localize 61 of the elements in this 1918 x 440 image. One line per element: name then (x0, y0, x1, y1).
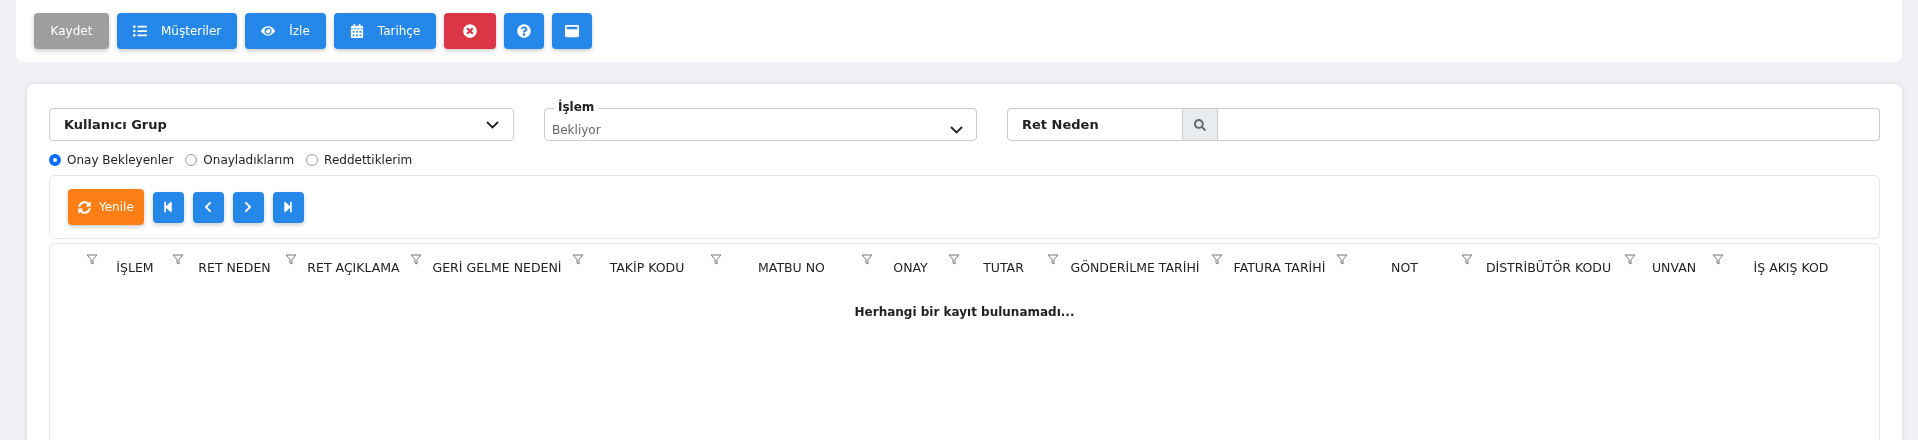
help-icon (517, 24, 532, 38)
field-label: İşlem (554, 100, 599, 115)
filter-icon[interactable] (410, 254, 422, 265)
toolbar-button[interactable]: Tarihçe (333, 13, 437, 49)
select-value: Bekliyor (552, 122, 601, 137)
islem-select[interactable]: İşlem Bekliyor (544, 100, 977, 141)
close-button[interactable] (444, 13, 497, 49)
chevron-down-icon (486, 120, 499, 129)
next-button[interactable] (232, 191, 264, 223)
filter-icon[interactable] (1047, 254, 1059, 265)
chevron-down-icon (950, 125, 963, 134)
list-icon (133, 24, 147, 38)
filter-icon[interactable] (572, 254, 584, 265)
calendar-icon (349, 24, 364, 38)
column-header[interactable]: RET AÇIKLAMA (297, 254, 410, 275)
filter-icon[interactable] (1336, 254, 1348, 265)
close-icon (463, 24, 478, 38)
window-button[interactable] (552, 13, 593, 49)
filter-icon[interactable] (710, 254, 722, 265)
skip-forward-icon (282, 201, 295, 213)
filter-icon[interactable] (1712, 254, 1724, 265)
column-header[interactable]: DİSTRİBÜTÖR KODU (1473, 254, 1624, 275)
radio-option[interactable]: Onayladıklarım (185, 153, 295, 167)
column-header[interactable]: UNVAN (1636, 254, 1712, 275)
column-header[interactable]: TAKİP KODU (584, 254, 710, 275)
column-header[interactable]: ONAY (873, 254, 948, 275)
column-header[interactable]: TUTAR (960, 254, 1047, 275)
search-icon (1194, 118, 1206, 131)
filter-icon[interactable] (948, 254, 960, 265)
filter-icon[interactable] (1624, 254, 1636, 265)
toolbar-button[interactable]: Müşteriler (117, 13, 238, 49)
column-header[interactable]: RET NEDEN (184, 254, 285, 275)
filter-icon[interactable] (285, 254, 297, 265)
user-group-select[interactable]: Kullanıcı Grup (49, 108, 514, 141)
column-header[interactable]: FATURA TARİHİ (1223, 254, 1336, 275)
help-button[interactable] (504, 13, 545, 49)
column-header[interactable]: GERİ GELME NEDENİ (422, 254, 572, 275)
column-header[interactable]: İŞ AKIŞ KOD (1724, 254, 1858, 275)
column-header[interactable]: İŞLEM (98, 254, 172, 275)
skip-back-icon (162, 201, 175, 213)
filter-icon[interactable] (1211, 254, 1223, 265)
filter-icon[interactable] (861, 254, 873, 265)
filter-icon[interactable] (86, 254, 98, 265)
filter-icon[interactable] (172, 254, 184, 265)
refresh-icon (78, 200, 91, 214)
empty-message: Herhangi bir kayıt bulunamadı... (853, 305, 1076, 319)
column-header[interactable]: NOT (1348, 254, 1461, 275)
search-button[interactable] (1183, 108, 1218, 141)
previous-button[interactable] (192, 191, 224, 223)
radio-option[interactable]: Onay Bekleyenler (49, 153, 174, 167)
toolbar-button[interactable]: İzle (245, 13, 326, 49)
filter-icon[interactable] (1461, 254, 1473, 265)
column-header[interactable]: MATBU NO (722, 254, 861, 275)
first-page-button[interactable] (152, 191, 184, 223)
last-page-button[interactable] (272, 191, 304, 223)
input-field[interactable] (1218, 108, 1880, 141)
window-icon (565, 24, 580, 38)
eye-icon (261, 24, 276, 38)
field-label: Ret Neden (1007, 108, 1183, 141)
radio-option[interactable]: Reddettiklerim (306, 153, 413, 167)
column-header[interactable]: GÖNDERİLME TARİHİ (1059, 254, 1211, 275)
